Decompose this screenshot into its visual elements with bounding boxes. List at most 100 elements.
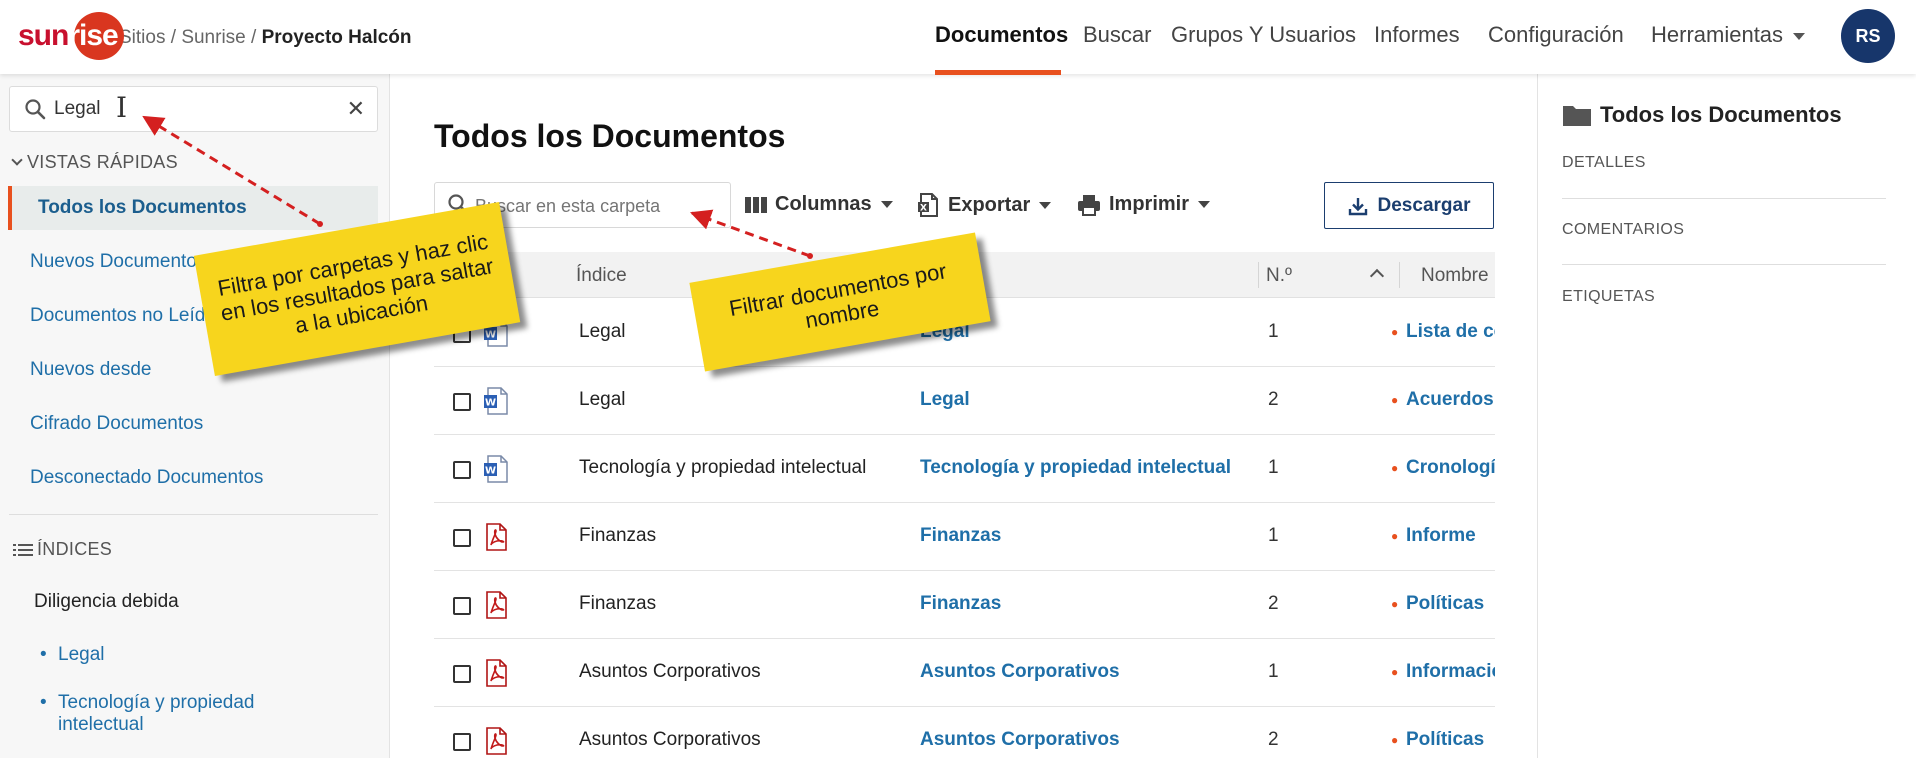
chevron-down-icon [880, 201, 893, 208]
cell-index: Finanzas [579, 593, 657, 614]
nav-buscar[interactable]: Buscar [1083, 22, 1151, 48]
cell-folder-link[interactable]: Legal [920, 389, 970, 411]
table-row[interactable]: Finanzas Finanzas 2 ● Políticas [434, 571, 1495, 639]
pdf-file-icon [483, 522, 509, 557]
column-separator [1399, 262, 1400, 288]
cell-document-name[interactable]: ●Lista de control [1391, 321, 1495, 343]
chevron-down-icon [1793, 32, 1806, 40]
avatar[interactable]: RS [1841, 9, 1895, 63]
cell-document-name[interactable]: ● Acuerdos [1391, 389, 1494, 411]
nav-grupos-usuarios[interactable]: Grupos Y Usuarios [1171, 22, 1356, 48]
folder-search-input[interactable] [475, 192, 715, 220]
column-separator [1258, 262, 1259, 288]
cell-index: Finanzas [579, 525, 657, 546]
table-row[interactable]: Asuntos Corporativos Asuntos Corporativos… [434, 707, 1495, 758]
cell-index: Asuntos Corporativos [579, 661, 761, 682]
panel-divider [1562, 264, 1886, 265]
unread-dot-icon: ● [1391, 461, 1399, 475]
chevron-down-icon [11, 154, 23, 166]
svg-text:W: W [485, 330, 496, 341]
columns-icon [745, 196, 767, 213]
pdf-file-icon [483, 726, 509, 758]
cell-number: 1 [1268, 661, 1279, 682]
excel-export-icon: X [918, 193, 938, 217]
column-header-number[interactable]: N.º [1266, 265, 1292, 287]
cell-document-name[interactable]: ● Políticas [1391, 729, 1484, 751]
pdf-file-icon [483, 590, 509, 625]
text-cursor-icon: I [116, 91, 128, 124]
cell-folder-link[interactable]: Finanzas [920, 593, 1001, 615]
breadcrumb-item-sunrise[interactable]: Sunrise [181, 27, 245, 48]
sidebar-search-input[interactable] [54, 95, 314, 123]
unread-dot-icon: ● [1391, 597, 1399, 611]
details-panel: Todos los Documentos DETALLES COMENTARIO… [1537, 74, 1916, 758]
print-button[interactable]: Imprimir [1077, 193, 1211, 216]
index-item-tecnologia[interactable]: • Tecnología y propiedad intelectual [40, 692, 298, 736]
cell-folder-link[interactable]: Asuntos Corporativos [920, 729, 1120, 751]
nav-informes[interactable]: Informes [1374, 22, 1460, 48]
list-icon [13, 544, 33, 557]
bullet: • [40, 692, 47, 713]
cell-folder-link[interactable]: Tecnología y propiedad intelectual [920, 457, 1231, 479]
index-item-legal[interactable]: • Legal [40, 644, 318, 666]
unread-dot-icon: ● [1391, 665, 1399, 679]
sort-ascending-icon[interactable] [1369, 268, 1385, 284]
export-button[interactable]: X Exportar [918, 193, 1052, 217]
section-etiquetas[interactable]: ETIQUETAS [1562, 288, 1655, 306]
quick-views-header[interactable]: VISTAS RÁPIDAS [11, 152, 178, 173]
svg-text:W: W [485, 398, 496, 409]
quick-view-desconectado[interactable]: Desconectado Documentos [0, 456, 378, 500]
close-icon[interactable]: ✕ [347, 98, 365, 120]
row-checkbox[interactable] [453, 461, 471, 479]
row-checkbox[interactable] [453, 393, 471, 411]
breadcrumb-separator: / [251, 27, 257, 48]
section-detalles[interactable]: DETALLES [1562, 154, 1646, 172]
nav-configuracion[interactable]: Configuración [1488, 22, 1624, 48]
cell-document-name[interactable]: ● Políticas [1391, 593, 1484, 615]
pdf-file-icon [483, 658, 509, 693]
breadcrumb: Sitios / Sunrise / Proyecto Halcón [119, 27, 412, 49]
top-bar: sunrise Sitios / Sunrise / Proyecto Halc… [0, 0, 1916, 75]
nav-active-indicator [935, 70, 1061, 75]
cell-document-name[interactable]: ●Cronología [1391, 457, 1495, 479]
search-icon [25, 99, 46, 120]
columns-button[interactable]: Columnas [745, 193, 893, 216]
sidebar-divider [9, 514, 378, 515]
table-row[interactable]: Asuntos Corporativos Asuntos Corporativos… [434, 639, 1495, 707]
breadcrumb-item-sitios[interactable]: Sitios [119, 27, 165, 48]
row-checkbox[interactable] [453, 665, 471, 683]
cell-index: Tecnología y propiedad intelectual [579, 457, 867, 478]
table-row[interactable]: W Tecnología y propiedad intelectual Tecno… [434, 435, 1495, 503]
cell-index: Legal [579, 321, 626, 342]
cell-document-name[interactable]: ●Información [1391, 661, 1495, 683]
cell-number: 2 [1268, 729, 1279, 750]
chevron-down-icon [1039, 201, 1052, 209]
column-header-index[interactable]: Índice [576, 265, 627, 287]
sunrise-logo[interactable]: sunrise [18, 12, 124, 60]
nav-documentos[interactable]: Documentos [935, 22, 1068, 48]
index-group[interactable]: Diligencia debida [34, 591, 179, 613]
table-row[interactable]: W Legal Legal 2 ● Acuerdos [434, 367, 1495, 435]
cell-folder-link[interactable]: Asuntos Corporativos [920, 661, 1120, 683]
quick-view-todos[interactable]: Todos los Documentos [8, 186, 378, 230]
cell-document-name[interactable]: ● Informe [1391, 525, 1476, 547]
word-file-icon: W [483, 454, 509, 489]
page-title: Todos los Documentos [434, 118, 786, 154]
cell-folder-link[interactable]: Finanzas [920, 525, 1001, 547]
quick-view-cifrado[interactable]: Cifrado Documentos [0, 402, 378, 446]
row-checkbox[interactable] [453, 733, 471, 751]
sidebar: ✕ I VISTAS RÁPIDAS Todos los Documentos … [0, 74, 390, 758]
bullet: • [40, 644, 47, 665]
row-checkbox[interactable] [453, 597, 471, 615]
row-checkbox[interactable] [453, 529, 471, 547]
cell-number: 1 [1268, 525, 1279, 546]
nav-herramientas[interactable]: Herramientas [1651, 22, 1806, 48]
word-file-icon: W [483, 386, 509, 421]
svg-text:W: W [485, 466, 496, 477]
indexes-header[interactable]: ÍNDICES [13, 539, 112, 560]
download-button[interactable]: Descargar [1324, 182, 1494, 229]
column-header-name[interactable]: Nombre [1421, 265, 1489, 287]
table-row[interactable]: Finanzas Finanzas 1 ● Informe [434, 503, 1495, 571]
cell-number: 2 [1268, 593, 1279, 614]
section-comentarios[interactable]: COMENTARIOS [1562, 221, 1684, 239]
